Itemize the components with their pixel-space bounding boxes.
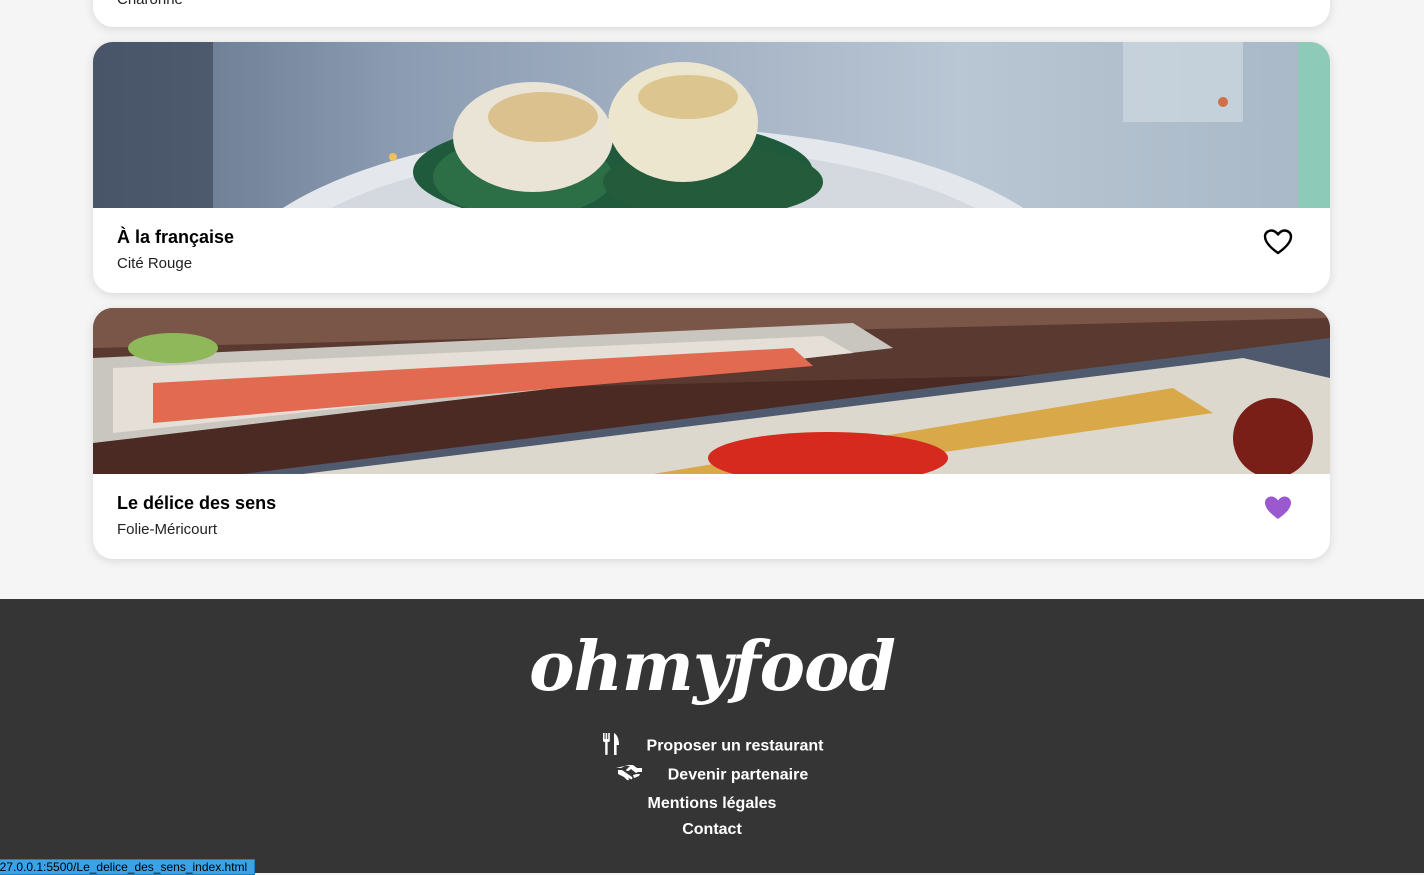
- status-url-text: 127.0.0.1:5500/Le_delice_des_sens_index.…: [0, 860, 248, 874]
- footer-link-propose-restaurant[interactable]: Proposer un restaurant: [0, 733, 1424, 760]
- restaurant-card-le-delice-des-sens[interactable]: Le délice des sens Folie-Méricourt: [93, 308, 1330, 559]
- restaurant-card-charonne[interactable]: Charonne: [93, 0, 1330, 27]
- footer-link-contact[interactable]: Contact: [0, 821, 1424, 839]
- handshake-icon: [615, 765, 642, 786]
- restaurant-photo-eggs-benedict: [93, 42, 1330, 208]
- footer-link-label: Devenir partenaire: [667, 766, 809, 784]
- site-footer: ohmyfood Proposer un restaurant Devenir …: [0, 599, 1424, 873]
- restaurant-location: Cité Rouge: [117, 255, 193, 272]
- utensils-icon: [601, 733, 621, 760]
- restaurant-name[interactable]: À la française: [117, 227, 234, 248]
- heart-filled-icon[interactable]: [1263, 494, 1293, 522]
- heart-outline-icon[interactable]: [1263, 228, 1293, 256]
- restaurant-location: Folie-Méricourt: [117, 521, 218, 538]
- footer-link-legal-notice[interactable]: Mentions légales: [0, 795, 1424, 813]
- restaurant-photo-carpaccio: [93, 308, 1330, 474]
- footer-link-label: Contact: [682, 821, 742, 838]
- footer-link-become-partner[interactable]: Devenir partenaire: [0, 765, 1424, 786]
- footer-link-label: Proposer un restaurant: [646, 737, 824, 755]
- restaurant-card-a-la-francaise[interactable]: À la française Cité Rouge: [93, 42, 1330, 293]
- restaurant-location: Charonne: [117, 0, 183, 8]
- footer-link-label: Mentions légales: [647, 795, 777, 812]
- ohmyfood-logo: ohmyfood: [529, 627, 896, 707]
- restaurant-name[interactable]: Le délice des sens: [117, 493, 276, 514]
